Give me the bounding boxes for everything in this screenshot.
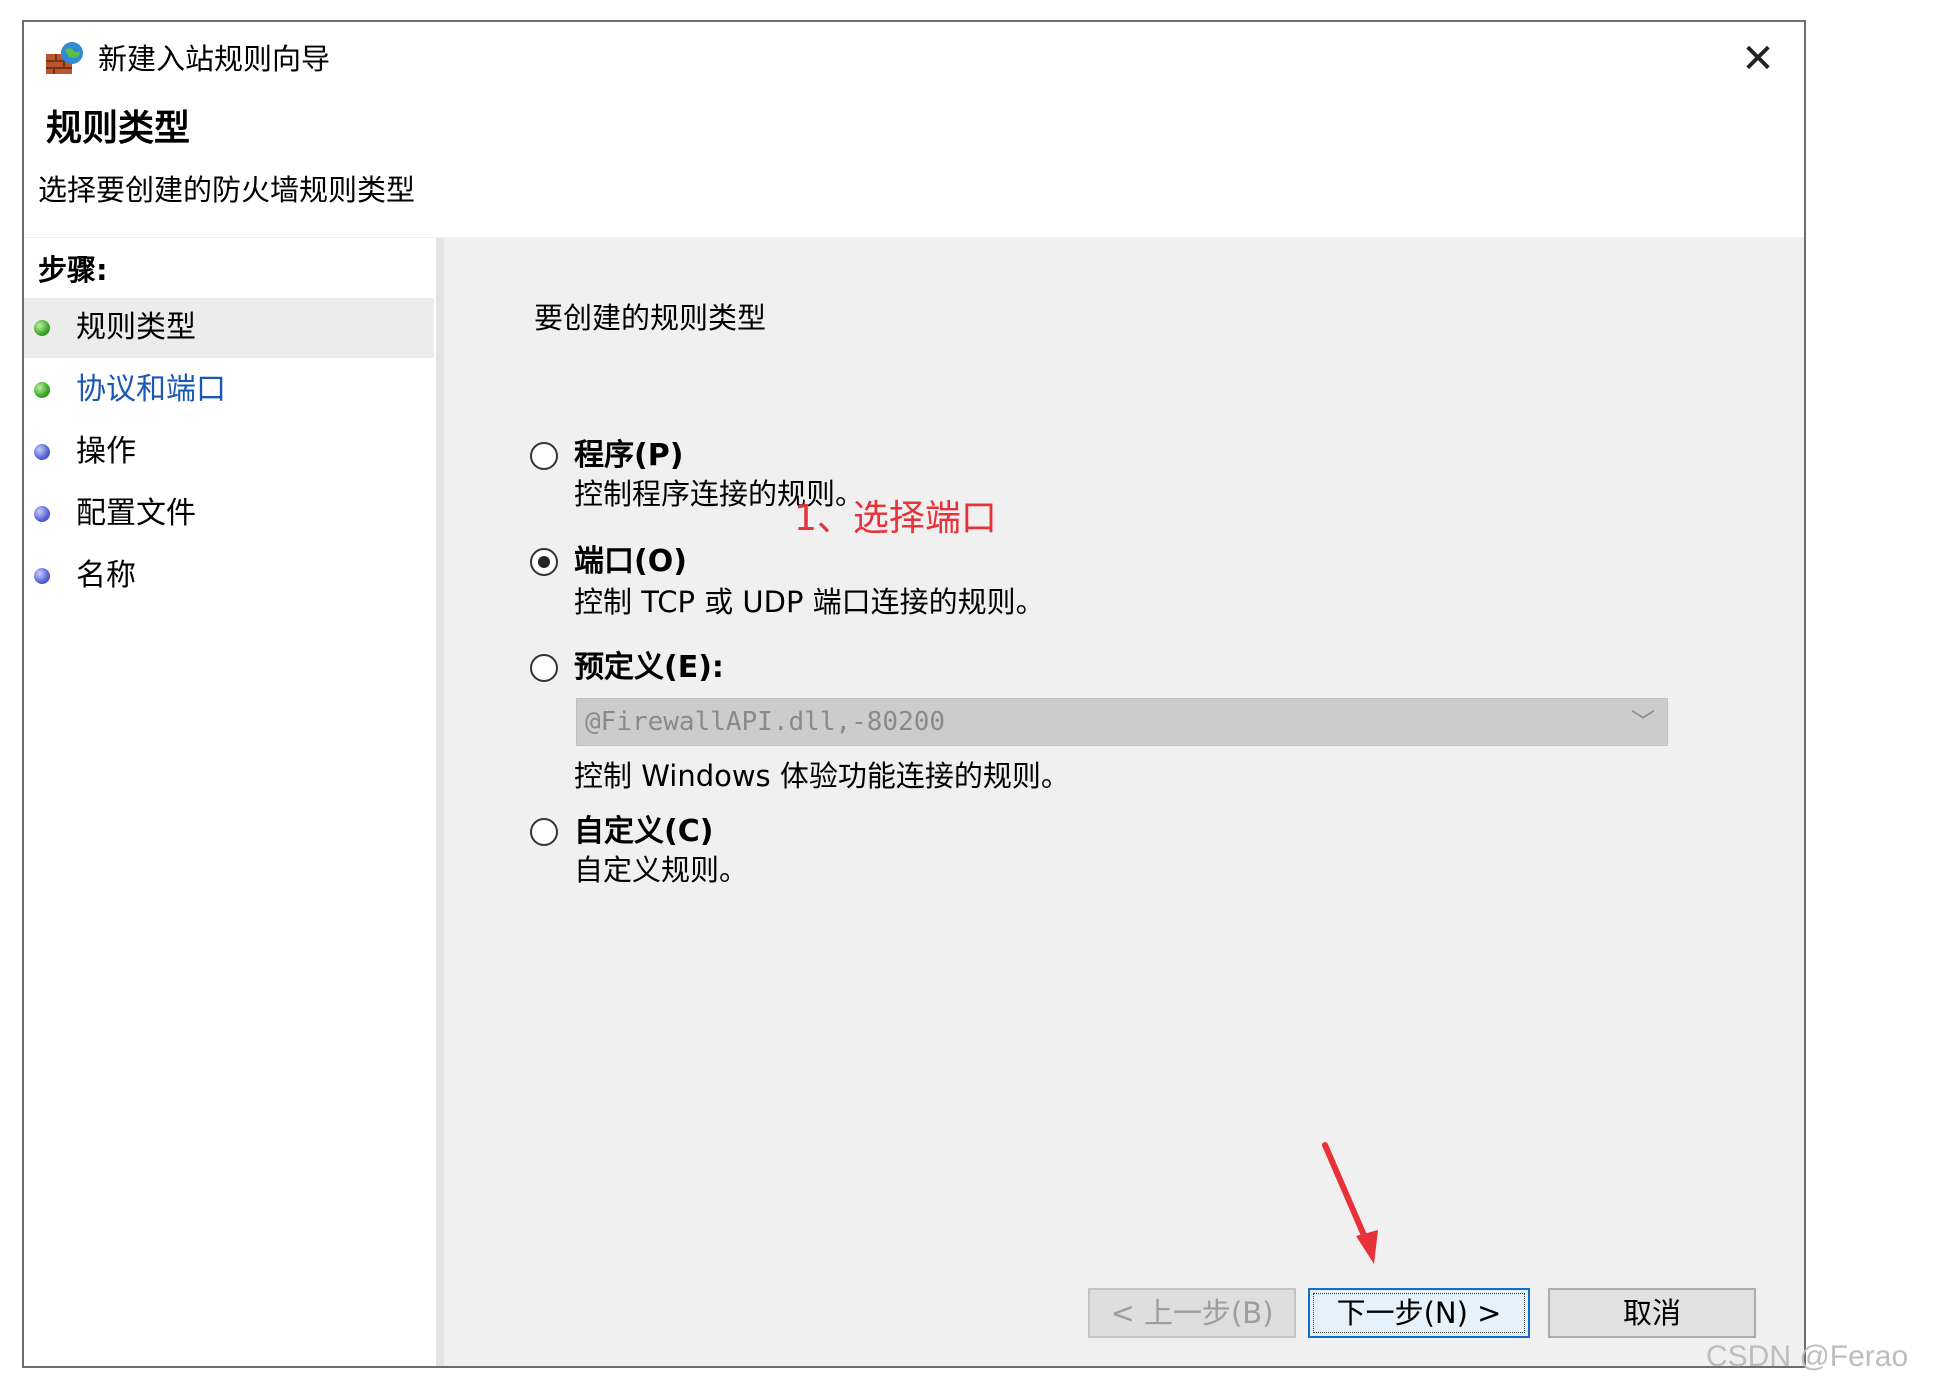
page-title: 规则类型 — [46, 108, 191, 149]
step-label: 操作 — [76, 434, 136, 469]
firewall-icon — [44, 40, 86, 78]
annotation-select-port: 1、选择端口 — [794, 498, 997, 539]
step-status-dot-icon — [34, 444, 50, 460]
step-status-dot-icon — [34, 382, 50, 398]
predefined-option-label[interactable]: 预定义(E): — [574, 648, 724, 688]
step-label: 协议和端口 — [76, 372, 226, 407]
wizard-window: 新建入站规则向导 ✕ 规则类型 选择要创建的防火墙规则类型 步骤: 规则类型 协… — [22, 20, 1806, 1368]
next-button[interactable]: 下一步(N) > — [1308, 1288, 1530, 1338]
predefined-select: @FirewallAPI.dll,-80200 ﹀ — [576, 698, 1668, 746]
cancel-button[interactable]: 取消 — [1548, 1288, 1756, 1338]
step-label: 规则类型 — [76, 310, 196, 345]
steps-heading: 步骤: — [38, 253, 108, 287]
step-label: 名称 — [76, 558, 136, 593]
step-protocol-ports[interactable]: 协议和端口 — [24, 360, 434, 420]
page-subtitle: 选择要创建的防火墙规则类型 — [38, 173, 416, 207]
port-radio[interactable] — [530, 548, 558, 576]
back-button: < 上一步(B) — [1088, 1288, 1296, 1338]
step-profile: 配置文件 — [24, 484, 434, 544]
step-action: 操作 — [24, 422, 434, 482]
predefined-radio[interactable] — [530, 654, 558, 682]
predefined-select-value: @FirewallAPI.dll,-80200 — [585, 707, 946, 737]
step-status-dot-icon — [34, 506, 50, 522]
wizard-header: 新建入站规则向导 ✕ 规则类型 选择要创建的防火墙规则类型 — [24, 22, 1804, 237]
step-label: 配置文件 — [76, 496, 196, 531]
chevron-down-icon: ﹀ — [1631, 708, 1655, 736]
steps-sidebar: 步骤: 规则类型 协议和端口 操作 配置文件 名称 — [24, 238, 444, 1366]
step-status-dot-icon — [34, 568, 50, 584]
wizard-content: 要创建的规则类型 程序(P) 控制程序连接的规则。 端口(O) 控制 TCP 或… — [444, 238, 1804, 1366]
step-rule-type[interactable]: 规则类型 — [24, 298, 434, 358]
predefined-option-desc: 控制 Windows 体验功能连接的规则。 — [574, 759, 1070, 793]
custom-radio[interactable] — [530, 818, 558, 846]
close-button[interactable]: ✕ — [1734, 36, 1782, 84]
red-arrow-annotation — [1322, 1142, 1378, 1264]
step-status-dot-icon — [34, 320, 50, 336]
program-radio[interactable] — [530, 442, 558, 470]
custom-option-desc: 自定义规则。 — [574, 853, 749, 887]
window-title: 新建入站规则向导 — [98, 42, 331, 76]
content-heading: 要创建的规则类型 — [534, 301, 767, 335]
watermark: CSDN @Ferao — [1706, 1340, 1909, 1373]
custom-option-label[interactable]: 自定义(C) — [574, 812, 713, 852]
program-option-label[interactable]: 程序(P) — [574, 436, 683, 476]
port-option-label[interactable]: 端口(O) — [574, 542, 687, 582]
port-option-desc: 控制 TCP 或 UDP 端口连接的规则。 — [574, 585, 1045, 619]
step-name: 名称 — [24, 546, 434, 606]
